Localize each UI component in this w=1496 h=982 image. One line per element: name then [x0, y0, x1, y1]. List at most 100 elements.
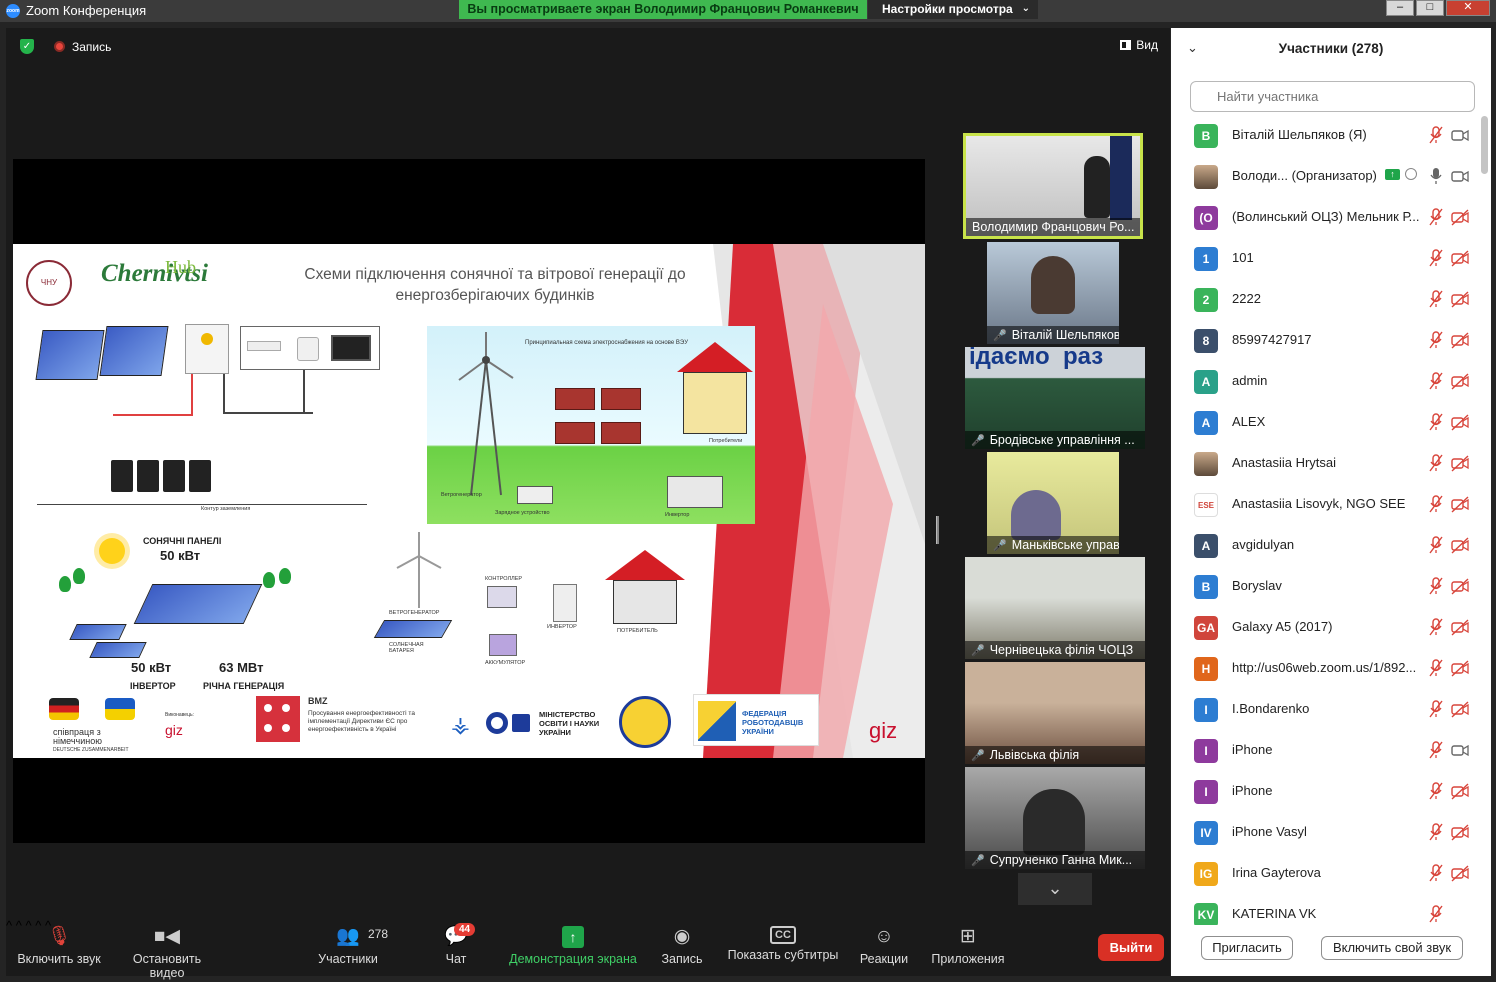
video-off-icon[interactable]	[1450, 207, 1470, 227]
participant-row[interactable]: 2 2222	[1171, 279, 1479, 320]
invite-button[interactable]: Пригласить	[1201, 936, 1293, 960]
participant-row[interactable]: В Віталій Шельпяков (Я)	[1171, 115, 1479, 156]
video-off-icon[interactable]	[1450, 863, 1470, 883]
maximize-button[interactable]: □	[1416, 0, 1444, 16]
muted-mic-icon[interactable]	[1428, 371, 1444, 391]
video-off-icon[interactable]	[1450, 617, 1470, 637]
participant-row[interactable]: B Boryslav	[1171, 566, 1479, 607]
participant-row[interactable]: IV iPhone Vasyl	[1171, 812, 1479, 853]
minimize-button[interactable]: –	[1386, 0, 1414, 16]
participant-name: (Волинський ОЦЗ) Мельник Р...	[1232, 209, 1420, 224]
video-off-icon[interactable]	[1450, 576, 1470, 596]
participant-row[interactable]: Anastasiia Hrytsai	[1171, 443, 1479, 484]
participant-row[interactable]: IG Irina Gayterova	[1171, 853, 1479, 894]
video-off-icon[interactable]	[1450, 781, 1470, 801]
view-options-label: Настройки просмотра	[882, 2, 1013, 16]
closed-captions-icon: CC	[770, 926, 796, 944]
view-button[interactable]: Вид	[1118, 38, 1170, 52]
video-off-icon[interactable]	[1450, 371, 1470, 391]
unmute-self-button[interactable]: Включить свой звук	[1321, 936, 1463, 960]
participant-search-input[interactable]	[1190, 81, 1475, 112]
stop-video-button[interactable]: ■◀ Остановить видео	[114, 918, 220, 980]
close-window-button[interactable]: ✕	[1446, 0, 1490, 16]
muted-mic-icon[interactable]	[1428, 863, 1444, 883]
muted-mic-icon[interactable]	[1428, 740, 1444, 760]
video-off-icon[interactable]	[1450, 699, 1470, 719]
muted-mic-icon[interactable]	[1428, 781, 1444, 801]
muted-mic-icon[interactable]	[1428, 576, 1444, 596]
video-camera-icon[interactable]	[1450, 740, 1470, 760]
share-screen-button[interactable]: ↑ Демонстрация экрана	[508, 918, 638, 976]
muted-mic-icon[interactable]	[1428, 699, 1444, 719]
sharing-screen-icon: ↑	[1385, 169, 1400, 180]
chat-button[interactable]: 💬 Чат 44	[434, 918, 478, 976]
participant-row[interactable]: 1 101	[1171, 238, 1479, 279]
participant-row[interactable]: KV KATERINA VK	[1171, 894, 1479, 925]
chevron-down-icon[interactable]: ⌄	[1018, 873, 1092, 905]
video-off-icon[interactable]	[1450, 535, 1470, 555]
video-off-icon[interactable]	[1450, 289, 1470, 309]
video-tile[interactable]: ідаємо раз 🎤 Бродівське управління ...	[965, 347, 1145, 449]
participant-row[interactable]: IiPhone	[1171, 730, 1479, 771]
participant-row[interactable]: ESE Anastasiia Lisovyk, NGO SEE	[1171, 484, 1479, 525]
video-off-icon[interactable]	[1450, 453, 1470, 473]
apps-button[interactable]: ⊞ Приложения	[930, 918, 1006, 976]
video-tile[interactable]: 🎤 Віталій Шельпяков	[987, 242, 1119, 344]
participant-row[interactable]: Володи... (Организатор) ↑	[1171, 156, 1479, 197]
avatar: ESE	[1194, 493, 1218, 517]
record-button[interactable]: ◉ Запись	[654, 918, 710, 976]
participant-row[interactable]: Hhttp://us06web.zoom.us/1/892...	[1171, 648, 1479, 689]
video-off-icon[interactable]	[1450, 412, 1470, 432]
participant-row[interactable]: 8 85997427917	[1171, 320, 1479, 361]
muted-mic-icon[interactable]	[1428, 330, 1444, 350]
audio-options-caret[interactable]: ^	[6, 918, 12, 933]
video-tile-active-speaker[interactable]: Володимир Францович Ро...	[963, 133, 1143, 239]
record-label: Запись	[661, 952, 703, 966]
solar-farm-row	[69, 624, 127, 640]
muted-mic-icon[interactable]	[1428, 617, 1444, 637]
video-tile[interactable]: 🎤 Львівська філія	[965, 662, 1145, 764]
participant-row[interactable]: (О (Волинський ОЦЗ) Мельник Р...	[1171, 197, 1479, 238]
participant-row[interactable]: IiPhone	[1171, 771, 1479, 812]
mic-icon[interactable]	[1428, 166, 1444, 186]
avatar: GA	[1194, 616, 1218, 640]
apps-icon: ⊞	[960, 926, 976, 947]
muted-mic-icon[interactable]	[1428, 822, 1444, 842]
muted-mic-icon[interactable]	[1428, 125, 1444, 145]
muted-mic-icon[interactable]	[1428, 494, 1444, 514]
participant-name: KATERINA VK	[1232, 906, 1317, 921]
video-off-icon[interactable]	[1450, 658, 1470, 678]
muted-mic-icon[interactable]	[1428, 453, 1444, 473]
reactions-button[interactable]: ☺ Реакции	[856, 918, 912, 976]
participant-row[interactable]: GA Galaxy A5 (2017)	[1171, 607, 1479, 648]
participant-list-scrollbar[interactable]	[1481, 116, 1488, 174]
unmute-button[interactable]: 🎙 Включить звук	[14, 918, 104, 976]
muted-mic-icon[interactable]	[1428, 207, 1444, 227]
muted-mic-icon[interactable]	[1428, 412, 1444, 432]
captions-button[interactable]: CC Показать субтитры	[726, 918, 840, 976]
muted-mic-icon[interactable]	[1428, 535, 1444, 555]
video-tile[interactable]: 🎤 Супруненко Ганна Мик...	[965, 767, 1145, 869]
video-off-icon[interactable]	[1450, 248, 1470, 268]
muted-mic-icon[interactable]	[1428, 658, 1444, 678]
video-off-icon[interactable]	[1450, 822, 1470, 842]
splitter-handle[interactable]	[936, 516, 939, 544]
view-options-dropdown[interactable]: Настройки просмотра ⌄	[868, 0, 1038, 19]
participant-row[interactable]: Aavgidulyan	[1171, 525, 1479, 566]
muted-mic-icon[interactable]	[1428, 904, 1444, 924]
muted-mic-icon[interactable]	[1428, 289, 1444, 309]
video-strip: Володимир Францович Ро... 🎤 Віталій Шельп…	[947, 101, 1145, 881]
participant-row[interactable]: I I.Bondarenko	[1171, 689, 1479, 730]
video-camera-icon[interactable]	[1450, 166, 1470, 186]
participants-button[interactable]: 👥 Участники 278	[312, 918, 388, 976]
security-shield-icon[interactable]: ✓	[20, 39, 34, 54]
muted-mic-icon[interactable]	[1428, 248, 1444, 268]
video-tile[interactable]: 🎤 Маньківське управлння	[987, 452, 1119, 554]
participant-row[interactable]: Aadmin	[1171, 361, 1479, 402]
leave-button[interactable]: Выйти	[1098, 934, 1164, 961]
participant-row[interactable]: A ALEX	[1171, 402, 1479, 443]
video-camera-icon[interactable]	[1450, 125, 1470, 145]
video-off-icon[interactable]	[1450, 330, 1470, 350]
video-off-icon[interactable]	[1450, 494, 1470, 514]
video-tile[interactable]: 🎤 Чернівецька філія ЧОЦЗ	[965, 557, 1145, 659]
